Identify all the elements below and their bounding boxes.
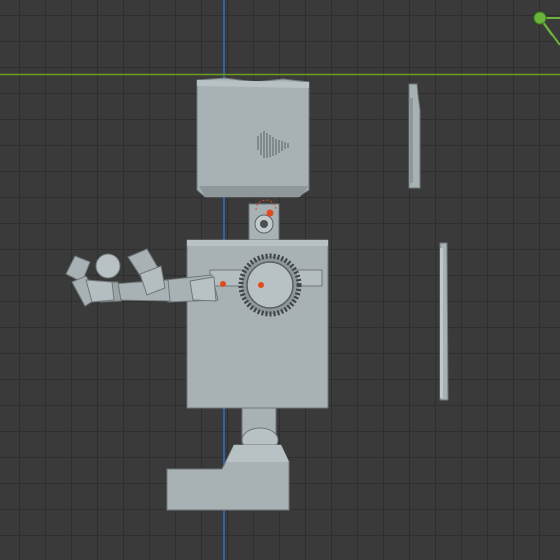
axis-gizmo-icon[interactable]: [533, 11, 560, 46]
robot-head[interactable]: [196, 77, 310, 198]
3d-viewport[interactable]: [0, 0, 560, 560]
shoulder-joint[interactable]: [238, 253, 302, 317]
neck-joint[interactable]: [248, 199, 280, 241]
side-panel-bottom[interactable]: [439, 242, 449, 401]
robot-foot[interactable]: [166, 444, 290, 511]
origin-marker: [266, 209, 274, 217]
side-panel-top[interactable]: [408, 83, 421, 189]
palm-ball: [95, 253, 121, 279]
scene-canvas: [0, 0, 560, 560]
origin-marker: [258, 282, 264, 288]
origin-marker: [220, 281, 226, 287]
